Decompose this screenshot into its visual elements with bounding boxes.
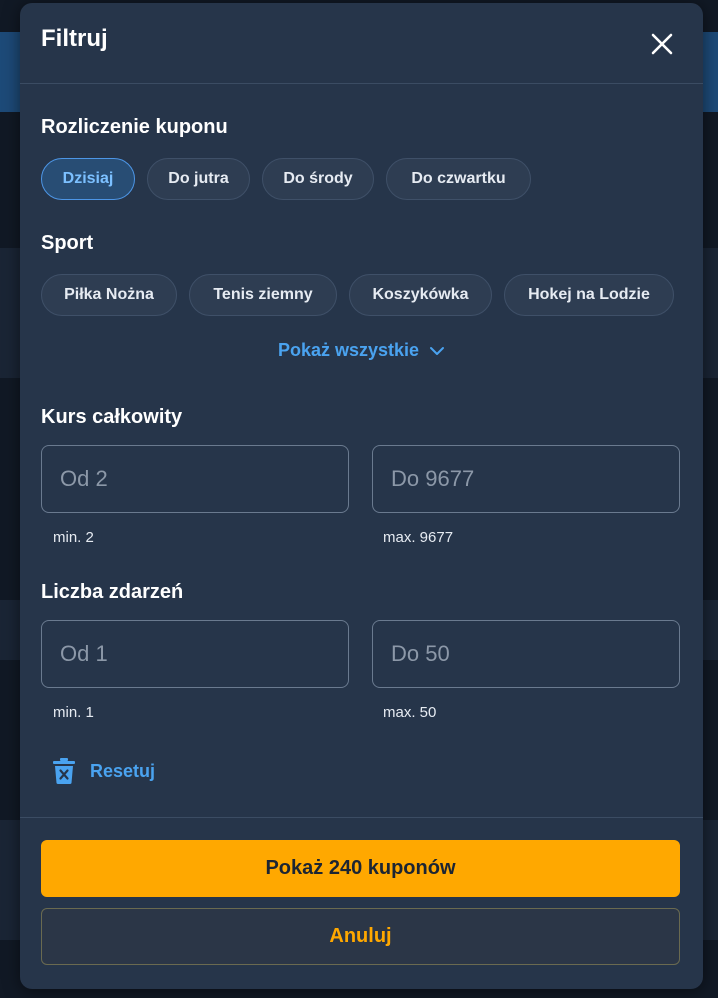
chip-basketball[interactable]: Koszykówka [349, 274, 492, 316]
settlement-chips: Dzisiaj Do jutra Do środy Do czwartku [41, 158, 531, 200]
events-min-hint: min. 1 [53, 704, 94, 721]
close-icon [651, 33, 673, 55]
chip-ice-hockey[interactable]: Hokej na Lodzie [504, 274, 674, 316]
show-all-label: Pokaż wszystkie [277, 340, 420, 360]
odds-from-field[interactable] [41, 445, 349, 513]
section-title-settlement: Rozliczenie kuponu [41, 116, 228, 138]
odds-to-input[interactable] [373, 446, 679, 512]
events-from-input[interactable] [42, 621, 348, 687]
chip-until-tomorrow[interactable]: Do jutra [147, 158, 250, 200]
close-button[interactable] [649, 31, 675, 57]
odds-from-input[interactable] [42, 446, 348, 512]
chip-until-thursday[interactable]: Do czwartku [386, 158, 531, 200]
chip-tennis[interactable]: Tenis ziemny [189, 274, 337, 316]
section-title-odds: Kurs całkowity [41, 406, 183, 428]
modal-title: Filtruj [41, 25, 108, 52]
show-coupons-button[interactable]: Pokaż 240 kuponów [41, 840, 680, 897]
modal-header: Filtruj [20, 3, 703, 84]
footer-divider [20, 817, 703, 818]
odds-min-hint: min. 2 [53, 529, 94, 546]
section-title-sport: Sport [41, 232, 94, 254]
sport-chips: Piłka Nożna Tenis ziemny Koszykówka Hoke… [41, 274, 674, 316]
chip-until-wednesday[interactable]: Do środy [262, 158, 374, 200]
section-title-events: Liczba zdarzeń [41, 581, 184, 603]
chip-football[interactable]: Piłka Nożna [41, 274, 177, 316]
events-to-field[interactable] [372, 620, 680, 688]
cancel-button[interactable]: Anuluj [41, 908, 680, 965]
events-from-field[interactable] [41, 620, 349, 688]
trash-icon [53, 758, 75, 784]
events-to-input[interactable] [373, 621, 679, 687]
reset-button[interactable]: Resetuj [52, 757, 155, 785]
odds-max-hint: max. 9677 [383, 529, 454, 546]
reset-label: Resetuj [90, 760, 156, 781]
chip-today[interactable]: Dzisiaj [41, 158, 135, 200]
show-all-button[interactable]: Pokaż wszystkie [20, 340, 703, 361]
odds-to-field[interactable] [372, 445, 680, 513]
events-max-hint: max. 50 [383, 704, 437, 721]
filter-modal: Filtruj Rozliczenie kuponu Dzisiaj Do ju… [20, 3, 703, 989]
chevron-down-icon [430, 346, 445, 355]
